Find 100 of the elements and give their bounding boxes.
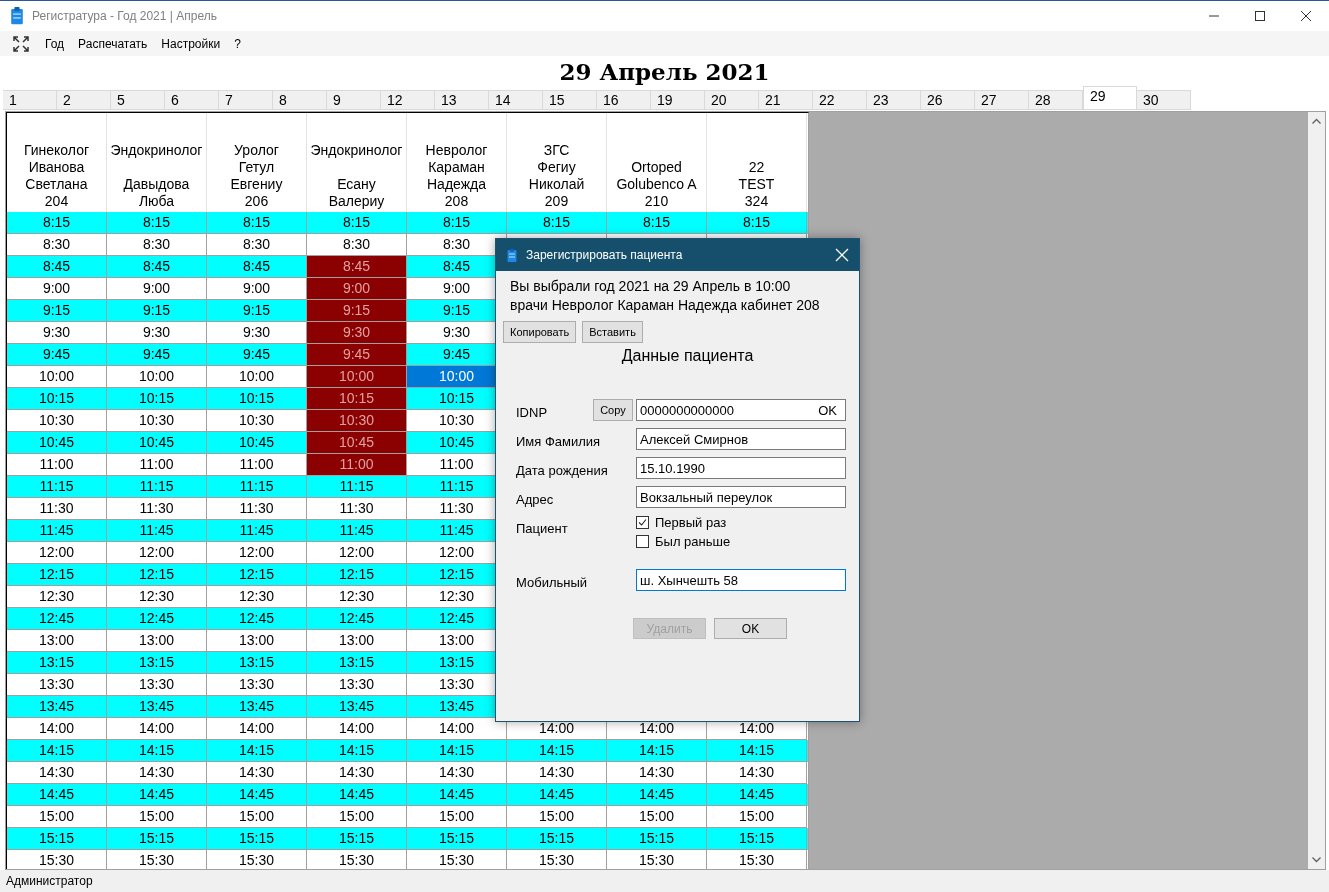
time-slot[interactable]: 11:45 — [307, 520, 407, 542]
time-slot[interactable]: 11:15 — [307, 476, 407, 498]
time-slot[interactable]: 12:15 — [307, 564, 407, 586]
maximize-icon[interactable] — [1254, 10, 1266, 22]
day-tab[interactable]: 28 — [1029, 90, 1083, 110]
input-field[interactable]: Алексей Смирнов — [636, 428, 846, 450]
time-slot[interactable]: 12:45 — [107, 608, 207, 630]
time-slot[interactable]: 14:15 — [207, 740, 307, 762]
time-slot[interactable]: 14:15 — [607, 740, 707, 762]
time-slot[interactable]: 9:15 — [7, 300, 107, 322]
day-tab[interactable]: 14 — [489, 90, 543, 110]
time-slot[interactable]: 13:15 — [307, 652, 407, 674]
time-slot[interactable]: 12:15 — [7, 564, 107, 586]
checkbox[interactable] — [636, 535, 649, 548]
time-slot[interactable]: 14:45 — [7, 784, 107, 806]
time-slot[interactable]: 8:15 — [7, 212, 107, 234]
menu-item[interactable]: ? — [227, 33, 248, 54]
time-slot[interactable]: 8:15 — [107, 212, 207, 234]
time-slot[interactable]: 11:45 — [207, 520, 307, 542]
time-slot[interactable]: 10:15 — [107, 388, 207, 410]
close-icon[interactable] — [1300, 10, 1312, 22]
time-slot[interactable]: 12:45 — [207, 608, 307, 630]
day-tab[interactable]: 27 — [975, 90, 1029, 110]
time-slot[interactable]: 14:45 — [207, 784, 307, 806]
time-slot[interactable]: 13:15 — [7, 652, 107, 674]
day-tab[interactable]: 19 — [651, 90, 705, 110]
time-slot[interactable]: 14:45 — [107, 784, 207, 806]
time-slot[interactable]: 12:15 — [207, 564, 307, 586]
time-slot[interactable]: 14:15 — [307, 740, 407, 762]
ok-label[interactable]: OK — [818, 402, 837, 418]
input-field[interactable]: Вокзальный переулок — [636, 486, 846, 508]
time-slot[interactable]: 8:15 — [707, 212, 807, 234]
input-field[interactable]: ш. Хынчешть 58 — [636, 569, 846, 591]
day-tab[interactable]: 21 — [759, 90, 813, 110]
time-slot[interactable]: 14:45 — [607, 784, 707, 806]
time-slot[interactable]: 15:15 — [107, 828, 207, 850]
time-slot[interactable]: 10:30 — [307, 410, 407, 432]
time-slot[interactable]: 10:45 — [307, 432, 407, 454]
day-tab[interactable]: 15 — [543, 90, 597, 110]
day-tab[interactable]: 29 — [1083, 86, 1137, 110]
checkbox-label[interactable]: Был раньше — [655, 534, 731, 549]
time-slot[interactable]: 12:15 — [107, 564, 207, 586]
time-slot[interactable]: 8:15 — [307, 212, 407, 234]
day-tab[interactable]: 23 — [867, 90, 921, 110]
time-slot[interactable]: 13:15 — [207, 652, 307, 674]
menu-item[interactable]: Распечатать — [71, 33, 155, 54]
time-slot[interactable]: 8:15 — [407, 212, 507, 234]
day-tab[interactable]: 8 — [273, 90, 327, 110]
time-slot[interactable]: 11:45 — [7, 520, 107, 542]
checkbox[interactable] — [636, 516, 649, 529]
time-slot[interactable]: 13:45 — [307, 696, 407, 718]
time-slot[interactable]: 12:45 — [7, 608, 107, 630]
time-slot[interactable]: 10:15 — [7, 388, 107, 410]
fullscreen-icon[interactable] — [12, 34, 30, 53]
time-slot[interactable]: 8:15 — [607, 212, 707, 234]
time-slot[interactable]: 14:45 — [407, 784, 507, 806]
time-slot[interactable]: 15:15 — [607, 828, 707, 850]
time-slot[interactable]: 11:15 — [207, 476, 307, 498]
time-slot[interactable]: 13:15 — [107, 652, 207, 674]
time-slot[interactable]: 13:45 — [7, 696, 107, 718]
time-slot[interactable]: 9:30 — [307, 322, 407, 344]
time-slot[interactable]: 8:45 — [107, 256, 207, 278]
time-slot[interactable]: 8:15 — [507, 212, 607, 234]
time-slot[interactable]: 11:15 — [107, 476, 207, 498]
time-slot[interactable]: 15:15 — [407, 828, 507, 850]
time-slot[interactable]: 9:45 — [7, 344, 107, 366]
time-slot[interactable]: 9:15 — [107, 300, 207, 322]
time-slot[interactable]: 8:45 — [7, 256, 107, 278]
time-slot[interactable]: 14:15 — [107, 740, 207, 762]
time-slot[interactable]: 14:45 — [707, 784, 807, 806]
menu-item[interactable]: Год — [38, 33, 72, 54]
day-tab[interactable]: 20 — [705, 90, 759, 110]
toolbar-button[interactable]: Вставить — [582, 321, 643, 343]
time-slot[interactable]: 10:15 — [307, 388, 407, 410]
scroll-up-icon[interactable] — [1312, 118, 1321, 124]
time-slot[interactable]: 11:00 — [307, 454, 407, 476]
day-tab[interactable]: 7 — [219, 90, 273, 110]
time-slot[interactable]: 9:00 — [307, 278, 407, 300]
day-tab[interactable]: 2 — [57, 90, 111, 110]
input-field[interactable]: 15.10.1990 — [636, 457, 846, 479]
scroll-down-icon[interactable] — [1312, 857, 1321, 863]
time-slot[interactable]: 9:45 — [107, 344, 207, 366]
day-tab[interactable]: 26 — [921, 90, 975, 110]
time-slot[interactable]: 13:45 — [107, 696, 207, 718]
day-tab[interactable]: 16 — [597, 90, 651, 110]
time-slot[interactable]: 15:15 — [707, 828, 807, 850]
dialog-button[interactable]: OK — [714, 618, 787, 639]
time-slot[interactable]: 14:15 — [7, 740, 107, 762]
day-tab[interactable]: 9 — [327, 90, 381, 110]
day-tab[interactable]: 5 — [111, 90, 165, 110]
day-tab[interactable]: 22 — [813, 90, 867, 110]
checkbox-label[interactable]: Первый раз — [655, 515, 727, 530]
day-tab[interactable]: 1 — [3, 90, 57, 110]
time-slot[interactable]: 14:45 — [307, 784, 407, 806]
time-slot[interactable]: 14:15 — [407, 740, 507, 762]
time-slot[interactable]: 10:45 — [7, 432, 107, 454]
toolbar-button[interactable]: Копировать — [503, 321, 577, 343]
scrollbar[interactable] — [1308, 112, 1325, 869]
copy-button[interactable]: Copy — [593, 399, 633, 421]
time-slot[interactable]: 10:00 — [307, 366, 407, 388]
